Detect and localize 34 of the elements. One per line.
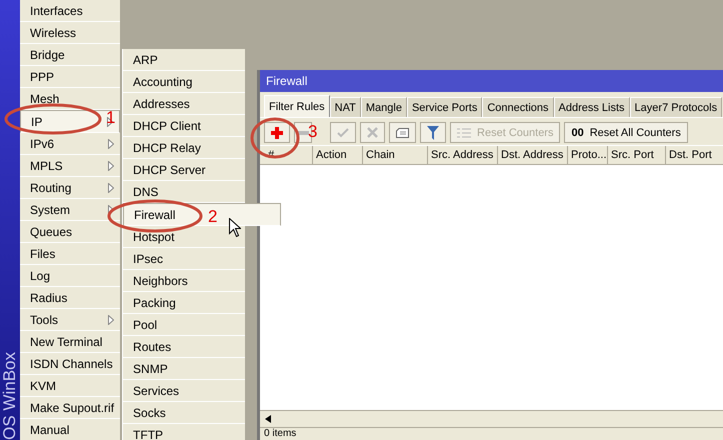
tab[interactable]: Connections — [482, 97, 554, 117]
plus-icon — [271, 126, 284, 138]
filter-icon — [427, 126, 440, 140]
x-icon — [367, 127, 378, 138]
highlight-ellipse — [250, 117, 300, 159]
minus-icon — [297, 130, 310, 134]
brand-label: OS WinBox — [0, 352, 20, 440]
step-number: 2 — [208, 208, 218, 225]
mouse-cursor-icon — [229, 218, 241, 237]
column-header[interactable]: Dst. Address — [498, 146, 568, 164]
column-header[interactable]: Chain — [363, 146, 428, 164]
tab[interactable]: Address Lists — [554, 97, 630, 117]
column-header[interactable]: Action — [313, 146, 364, 164]
tab[interactable]: NAT — [330, 97, 361, 117]
step-number: 1 — [106, 109, 116, 126]
list-icon — [457, 128, 472, 138]
check-icon — [337, 128, 350, 138]
note-icon — [396, 128, 410, 138]
column-header[interactable]: Proto... — [568, 146, 608, 164]
tab[interactable]: Layer7 Protocols — [630, 97, 722, 117]
column-header[interactable]: Dst. Port — [666, 146, 723, 164]
toolbar-button[interactable] — [420, 122, 446, 143]
window-title: Firewall — [260, 70, 723, 92]
toolbar-button[interactable] — [389, 122, 416, 143]
left-arrow-icon — [265, 415, 274, 423]
tab[interactable]: Service Ports — [406, 97, 482, 117]
add-button[interactable] — [264, 122, 290, 143]
status-text: 0 items — [260, 427, 723, 440]
column-header[interactable]: Src. Address — [428, 146, 498, 164]
column-header[interactable]: Src. Port — [608, 146, 666, 164]
tab[interactable]: Filter Rules — [264, 95, 330, 117]
step-number: 3 — [308, 123, 318, 140]
toolbar-button[interactable]: 00 Reset All Counters — [564, 122, 688, 143]
tab[interactable]: Mangle — [360, 97, 407, 117]
